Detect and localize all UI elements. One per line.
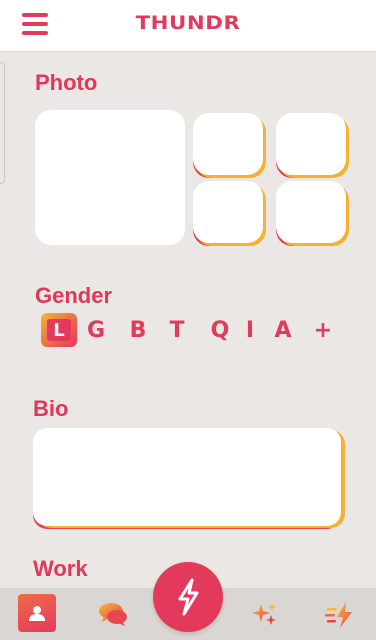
thunder-icon bbox=[178, 578, 199, 616]
nav-profile-button[interactable] bbox=[18, 594, 56, 632]
gender-option-g[interactable]: G bbox=[85, 313, 107, 347]
profile-icon bbox=[29, 606, 45, 621]
gender-option-a[interactable]: A bbox=[270, 313, 296, 347]
boost-icon bbox=[325, 602, 352, 628]
section-title-work: Work bbox=[33, 556, 88, 581]
thunder-button[interactable] bbox=[153, 562, 223, 632]
gender-option-l[interactable]: L bbox=[41, 313, 77, 347]
gender-option-i[interactable]: I bbox=[241, 313, 259, 347]
menu-icon[interactable] bbox=[22, 13, 48, 35]
nav-discover-button[interactable] bbox=[245, 596, 283, 634]
section-title-gender: Gender bbox=[35, 283, 113, 308]
side-drawer-handle[interactable] bbox=[0, 62, 5, 184]
section-title-photo: Photo bbox=[35, 70, 98, 95]
sparkles-icon bbox=[252, 603, 276, 625]
photo-slot-3[interactable] bbox=[276, 113, 346, 175]
nav-chat-button[interactable] bbox=[94, 596, 132, 634]
chat-icon bbox=[99, 603, 127, 626]
photo-slot-main[interactable] bbox=[35, 110, 185, 245]
section-title-bio: Bio bbox=[33, 396, 69, 421]
photo-slot-2[interactable] bbox=[193, 113, 263, 175]
gender-options: L G B T Q I A + bbox=[41, 313, 341, 347]
top-bar: THUNDR bbox=[0, 0, 376, 52]
nav-boost-button[interactable] bbox=[322, 596, 360, 634]
gender-option-t[interactable]: T bbox=[166, 313, 188, 347]
gender-option-plus[interactable]: + bbox=[309, 313, 337, 347]
bio-input[interactable] bbox=[33, 428, 341, 526]
gender-option-b[interactable]: B bbox=[127, 313, 149, 347]
photo-slot-4[interactable] bbox=[193, 181, 263, 243]
app-logo: THUNDR bbox=[135, 12, 241, 34]
photo-slot-5[interactable] bbox=[276, 181, 346, 243]
gender-option-q[interactable]: Q bbox=[207, 313, 233, 347]
